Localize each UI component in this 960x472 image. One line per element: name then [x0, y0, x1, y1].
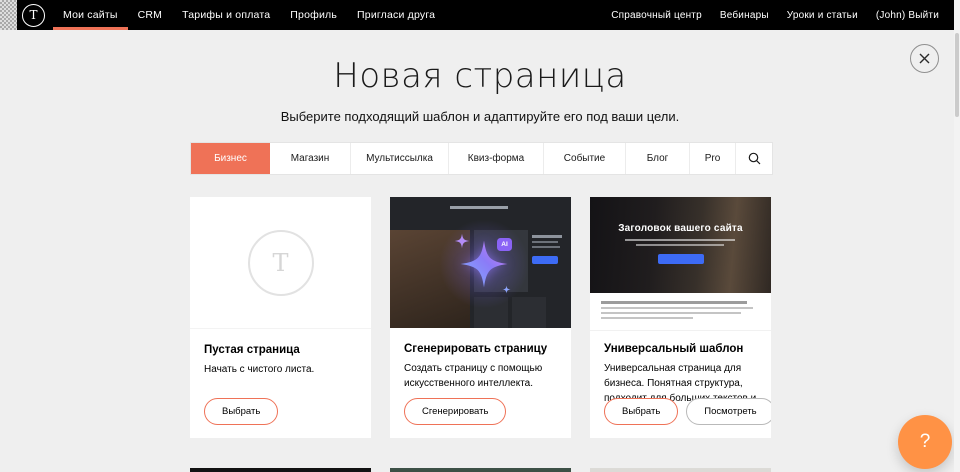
mock-blue-button — [532, 256, 558, 264]
nav-item-logout[interactable]: (John) Выйти — [867, 0, 948, 30]
mock-site-title-line — [450, 206, 508, 209]
template-cards-next-row — [190, 468, 771, 472]
card-title: Пустая страница — [204, 344, 357, 356]
topbar-nav: Мои сайты CRM Тарифы и оплата Профиль Пр… — [53, 0, 445, 30]
page-subtitle: Выберите подходящий шаблон и адаптируйте… — [0, 109, 960, 124]
tab-pro[interactable]: Pro — [690, 143, 736, 174]
tilda-watermark-icon: T — [248, 230, 314, 296]
nav-item-my-sites[interactable]: Мои сайты — [53, 0, 128, 30]
template-card-blank-page[interactable]: T Пустая страница Начать с чистого листа… — [190, 197, 371, 438]
choose-universal-button[interactable]: Выбрать — [604, 398, 678, 425]
nav-item-lessons[interactable]: Уроки и статьи — [778, 0, 867, 30]
template-card-partial[interactable] — [390, 468, 571, 472]
mock-text-line — [532, 241, 558, 243]
generate-button[interactable]: Сгенерировать — [404, 398, 506, 425]
question-mark: ? — [920, 431, 931, 453]
tilda-logo[interactable]: T — [22, 4, 45, 27]
card-description: Создать страницу с помощью искусственног… — [404, 361, 557, 391]
card-body: Пустая страница Начать с чистого листа. — [190, 329, 371, 377]
template-tabs: Бизнес Магазин Мультиссылка Квиз-форма С… — [190, 142, 773, 175]
choose-blank-button[interactable]: Выбрать — [204, 398, 278, 425]
nav-item-webinars[interactable]: Вебинары — [711, 0, 778, 30]
template-card-universal[interactable]: Заголовок вашего сайта Универсальный шаб… — [590, 197, 771, 438]
nav-item-help-center[interactable]: Справочный центр — [602, 0, 711, 30]
tilda-logo-letter: T — [29, 8, 37, 22]
tab-business[interactable]: Бизнес — [191, 143, 270, 174]
top-navbar: T Мои сайты CRM Тарифы и оплата Профиль … — [0, 0, 960, 30]
new-page-screen: T Мои сайты CRM Тарифы и оплата Профиль … — [0, 0, 960, 472]
preview-universal-button[interactable]: Посмотреть — [686, 398, 771, 425]
close-button[interactable] — [910, 44, 939, 73]
nav-item-profile[interactable]: Профиль — [280, 0, 347, 30]
search-icon — [748, 152, 761, 165]
close-icon — [919, 53, 930, 64]
window-edge-pattern — [0, 0, 17, 30]
template-cards-row: T Пустая страница Начать с чистого листа… — [190, 197, 771, 438]
mock-text-line — [532, 235, 562, 238]
card-body: Сгенерировать страницу Создать страницу … — [390, 328, 571, 391]
preview-cta-button — [658, 254, 704, 264]
card-actions: Сгенерировать — [404, 398, 506, 425]
mock-thumb — [512, 297, 546, 328]
tilda-watermark-letter: T — [272, 249, 288, 277]
scrollbar-thumb[interactable] — [955, 33, 959, 117]
tab-shop[interactable]: Магазин — [270, 143, 351, 174]
template-card-partial[interactable] — [590, 468, 771, 472]
preview-site-heading: Заголовок вашего сайта — [590, 223, 771, 234]
ai-sparkle-tiny-icon — [502, 285, 511, 294]
page-title: Новая страница — [0, 56, 960, 96]
preview-text-strip — [590, 293, 771, 331]
topbar-nav-right: Справочный центр Вебинары Уроки и статьи… — [602, 0, 948, 30]
template-card-ai-generate[interactable]: AI Сгенерировать страницу Создать страни… — [390, 197, 571, 438]
page-scrollbar — [954, 0, 960, 472]
card-actions: Выбрать — [204, 398, 278, 425]
preview-paragraph-line — [601, 307, 753, 309]
help-bubble-button[interactable]: ? — [898, 415, 952, 469]
template-card-partial[interactable] — [190, 468, 371, 472]
nav-item-crm[interactable]: CRM — [128, 0, 173, 30]
card-actions: Выбрать Посмотреть — [604, 398, 771, 425]
nav-item-plans[interactable]: Тарифы и оплата — [172, 0, 280, 30]
universal-template-preview: Заголовок вашего сайта — [590, 197, 771, 293]
tab-event[interactable]: Событие — [544, 143, 626, 174]
tab-search[interactable] — [736, 143, 772, 174]
preview-paragraph-line — [601, 312, 741, 314]
nav-item-invite-friend[interactable]: Пригласи друга — [347, 0, 445, 30]
card-title: Сгенерировать страницу — [404, 343, 557, 355]
mock-text-line — [532, 246, 560, 248]
tab-multilink[interactable]: Мультиссылка — [351, 143, 449, 174]
preview-caption-line — [625, 239, 735, 241]
blank-page-preview: T — [190, 197, 371, 329]
ai-generate-preview: AI — [390, 197, 571, 328]
ai-sparkle-small-icon — [454, 233, 470, 249]
ai-badge: AI — [497, 238, 512, 251]
preview-paragraph-line — [601, 317, 693, 319]
tab-quiz-form[interactable]: Квиз-форма — [449, 143, 544, 174]
preview-paragraph-line — [601, 301, 747, 304]
card-title: Универсальный шаблон — [604, 343, 757, 355]
tab-blog[interactable]: Блог — [626, 143, 690, 174]
card-description: Начать с чистого листа. — [204, 362, 357, 377]
preview-caption-line — [636, 244, 724, 246]
